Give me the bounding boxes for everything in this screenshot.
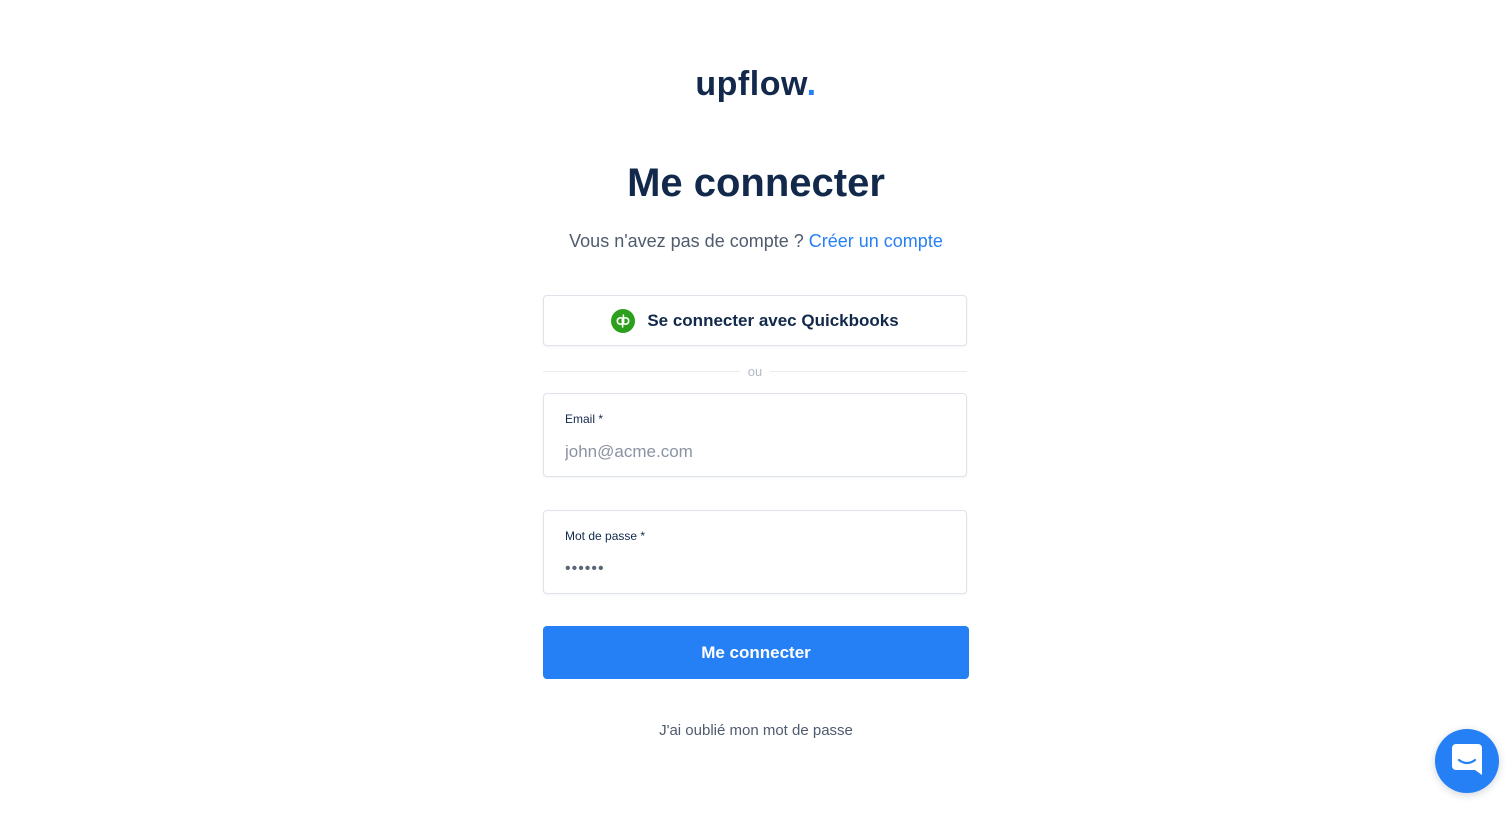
signup-prompt-text: Vous n'avez pas de compte ? bbox=[569, 231, 804, 251]
create-account-link[interactable]: Créer un compte bbox=[809, 231, 943, 251]
forgot-password: J'ai oublié mon mot de passe bbox=[0, 721, 1512, 741]
divider-text: ou bbox=[747, 363, 763, 379]
email-label: Email * bbox=[565, 412, 604, 426]
password-input[interactable]: •••••• bbox=[565, 559, 945, 579]
quickbooks-login-button[interactable]: Se connecter avec Quickbooks bbox=[543, 295, 967, 346]
login-submit-button[interactable]: Me connecter bbox=[543, 626, 969, 679]
password-field[interactable]: Mot de passe * •••••• bbox=[543, 510, 967, 594]
login-page: upflow. Me connecter Vous n'avez pas de … bbox=[0, 0, 1512, 814]
quickbooks-icon bbox=[611, 308, 636, 333]
signup-prompt: Vous n'avez pas de compte ? Créer un com… bbox=[0, 229, 1512, 253]
chat-launcher-button[interactable] bbox=[1435, 729, 1499, 793]
chat-bubble-icon bbox=[1451, 742, 1483, 781]
email-input[interactable] bbox=[565, 440, 945, 464]
divider-line-left bbox=[543, 370, 740, 372]
page-title: Me connecter bbox=[627, 161, 885, 205]
upflow-logo: upflow. bbox=[0, 62, 1512, 106]
email-field[interactable]: Email * bbox=[543, 393, 967, 477]
divider-line-right bbox=[770, 370, 967, 372]
logo-dot: . bbox=[806, 65, 817, 103]
or-divider: ou bbox=[543, 362, 967, 380]
password-label: Mot de passe * bbox=[565, 529, 646, 543]
quickbooks-login-label: Se connecter avec Quickbooks bbox=[647, 310, 899, 330]
logo-text: upflow bbox=[695, 65, 807, 103]
forgot-password-link[interactable]: J'ai oublié mon mot de passe bbox=[659, 722, 853, 739]
